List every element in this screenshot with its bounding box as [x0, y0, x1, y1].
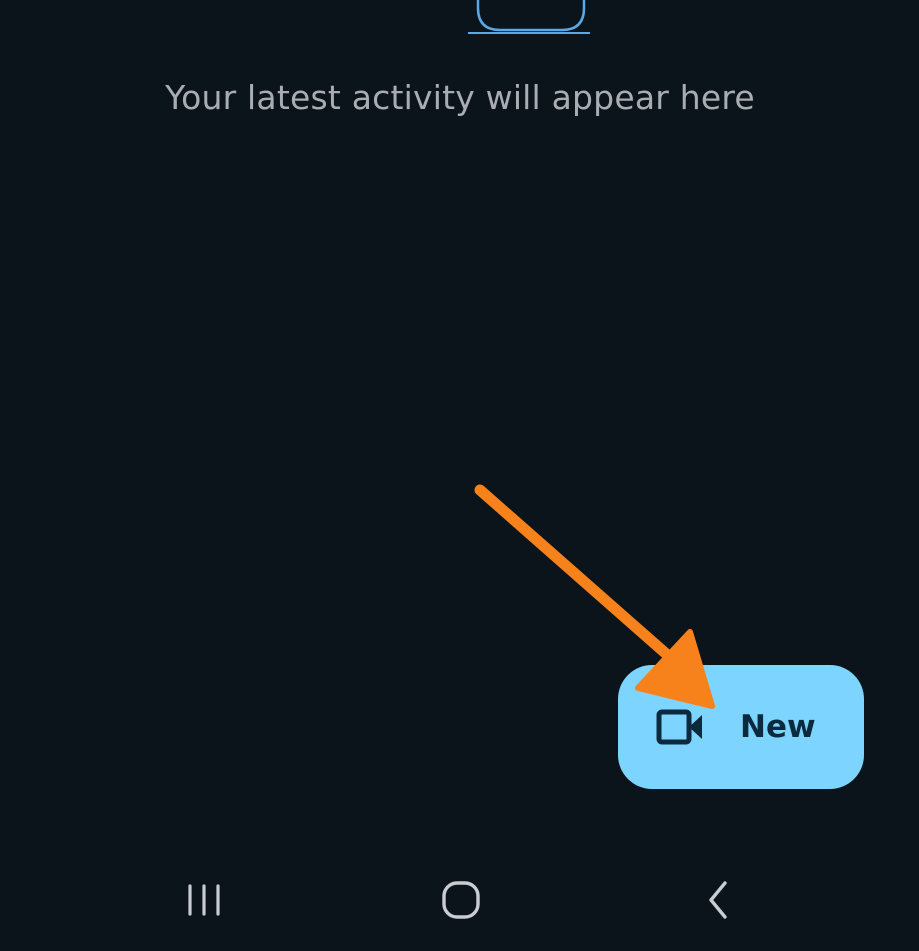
system-navigation-bar [0, 860, 919, 940]
back-icon [709, 881, 727, 919]
empty-state-message: Your latest activity will appear here [165, 78, 755, 117]
empty-state-illustration [468, 0, 590, 34]
recent-apps-icon [188, 884, 220, 916]
recent-apps-button[interactable] [174, 872, 234, 928]
video-camera-icon [656, 709, 702, 745]
home-icon [442, 881, 480, 919]
orange-arrow-icon [474, 484, 715, 709]
home-button[interactable] [431, 872, 491, 928]
new-meeting-button[interactable]: New [618, 665, 864, 789]
back-button[interactable] [688, 872, 748, 928]
new-meeting-label: New [740, 709, 816, 745]
